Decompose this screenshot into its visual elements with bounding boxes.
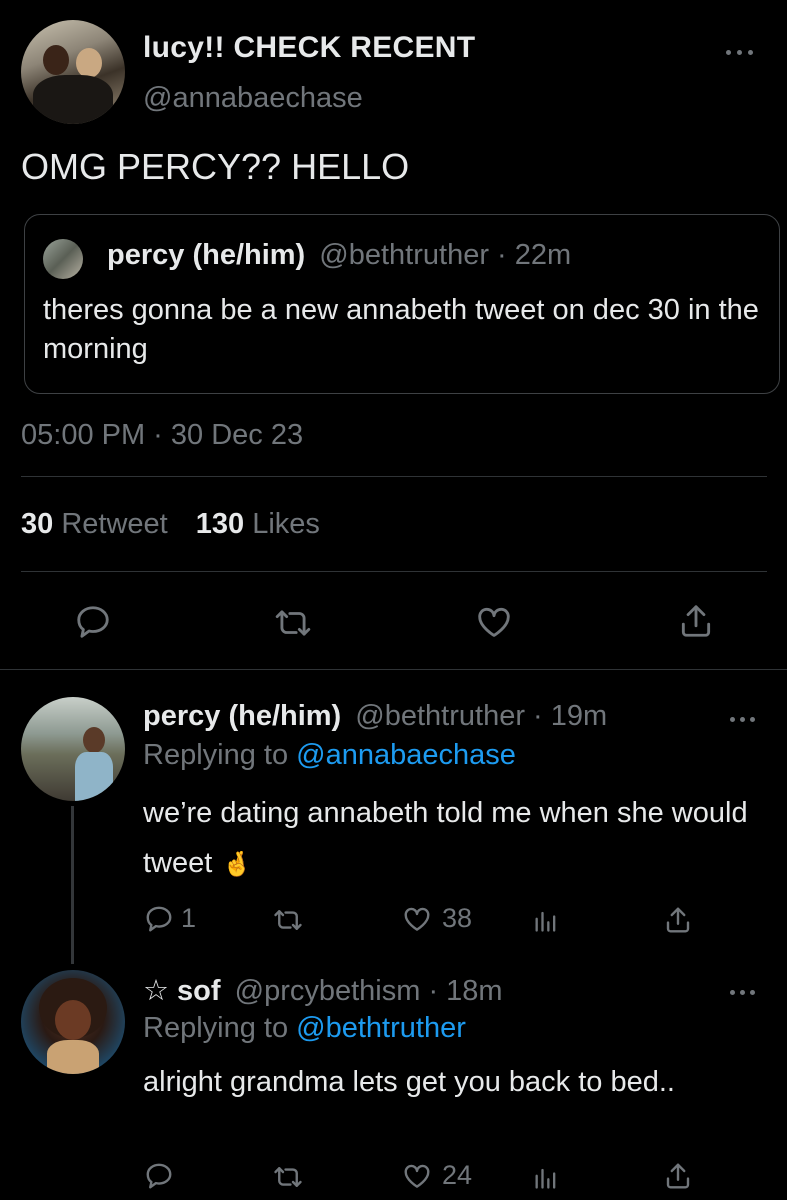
reply-count: 1	[181, 903, 197, 933]
reply-meta: @prcybethism · 18m	[234, 975, 503, 1007]
likes-count: 130	[195, 508, 245, 540]
analytics-icon[interactable]	[532, 905, 560, 935]
like-count: 24	[442, 1160, 473, 1190]
analytics-icon[interactable]	[532, 1162, 560, 1192]
share-icon[interactable]	[663, 904, 693, 936]
replying-to-prefix: Replying to	[143, 1012, 289, 1044]
like-count: 38	[442, 903, 473, 933]
retweet-icon[interactable]	[272, 1162, 304, 1192]
more-dots-icon[interactable]	[726, 47, 756, 57]
heart-icon[interactable]	[474, 603, 514, 641]
quoted-display-name: percy (he/him)	[107, 239, 306, 271]
divider	[21, 476, 767, 477]
reply-icon[interactable]	[144, 904, 174, 934]
reply-text: alright grandma lets get you back to bed…	[143, 1066, 675, 1098]
reply-author-avatar[interactable]	[21, 970, 125, 1074]
replying-to-link[interactable]: @bethtruther	[296, 1012, 466, 1044]
quoted-tweet-card[interactable]: percy (he/him) @bethtruther · 22m theres…	[24, 214, 780, 394]
reply-icon[interactable]	[74, 603, 112, 641]
quoted-meta: @bethtruther · 22m	[319, 239, 572, 271]
crossed-fingers-emoji: 🤞	[222, 851, 253, 878]
share-icon[interactable]	[677, 601, 715, 641]
author-display-name[interactable]: lucy!! CHECK RECENT	[143, 31, 475, 65]
reply-display-name[interactable]: percy (he/him)	[143, 700, 341, 732]
tweet-text: OMG PERCY?? HELLO	[21, 146, 410, 187]
author-handle[interactable]: @annabaechase	[143, 82, 363, 115]
more-dots-icon[interactable]	[730, 714, 760, 724]
reply-display-name[interactable]: ☆ sof	[143, 975, 221, 1007]
likes-label: Likes	[252, 508, 320, 540]
retweets-stat[interactable]: 30 Retweet	[21, 508, 176, 540]
more-dots-icon[interactable]	[730, 987, 760, 997]
divider	[21, 571, 767, 572]
author-avatar[interactable]	[21, 20, 125, 124]
quoted-tweet-text: theres gonna be a new annabeth tweet on …	[43, 294, 759, 365]
retweet-icon[interactable]	[272, 905, 304, 935]
stats-row: 30 Retweet 130 Likes	[21, 508, 320, 541]
reply-author-avatar[interactable]	[21, 697, 125, 801]
heart-icon[interactable]	[401, 904, 433, 934]
reply-meta: @bethtruther · 19m	[355, 700, 608, 732]
divider	[0, 669, 787, 670]
quoted-author-avatar	[43, 239, 83, 279]
replying-to-prefix: Replying to	[143, 739, 289, 771]
retweet-icon[interactable]	[273, 604, 313, 642]
retweets-label: Retweet	[61, 508, 168, 540]
tweet-timestamp[interactable]: 05:00 PM · 30 Dec 23	[21, 419, 303, 452]
thread-line	[71, 806, 74, 964]
reply-icon[interactable]	[144, 1161, 174, 1191]
heart-icon[interactable]	[401, 1161, 433, 1191]
replying-to-link[interactable]: @annabaechase	[296, 739, 516, 771]
retweets-count: 30	[21, 508, 54, 540]
likes-stat[interactable]: 130 Likes	[196, 508, 320, 540]
reply-text: we’re dating annabeth told me when she w…	[143, 788, 763, 890]
share-icon[interactable]	[663, 1160, 693, 1192]
